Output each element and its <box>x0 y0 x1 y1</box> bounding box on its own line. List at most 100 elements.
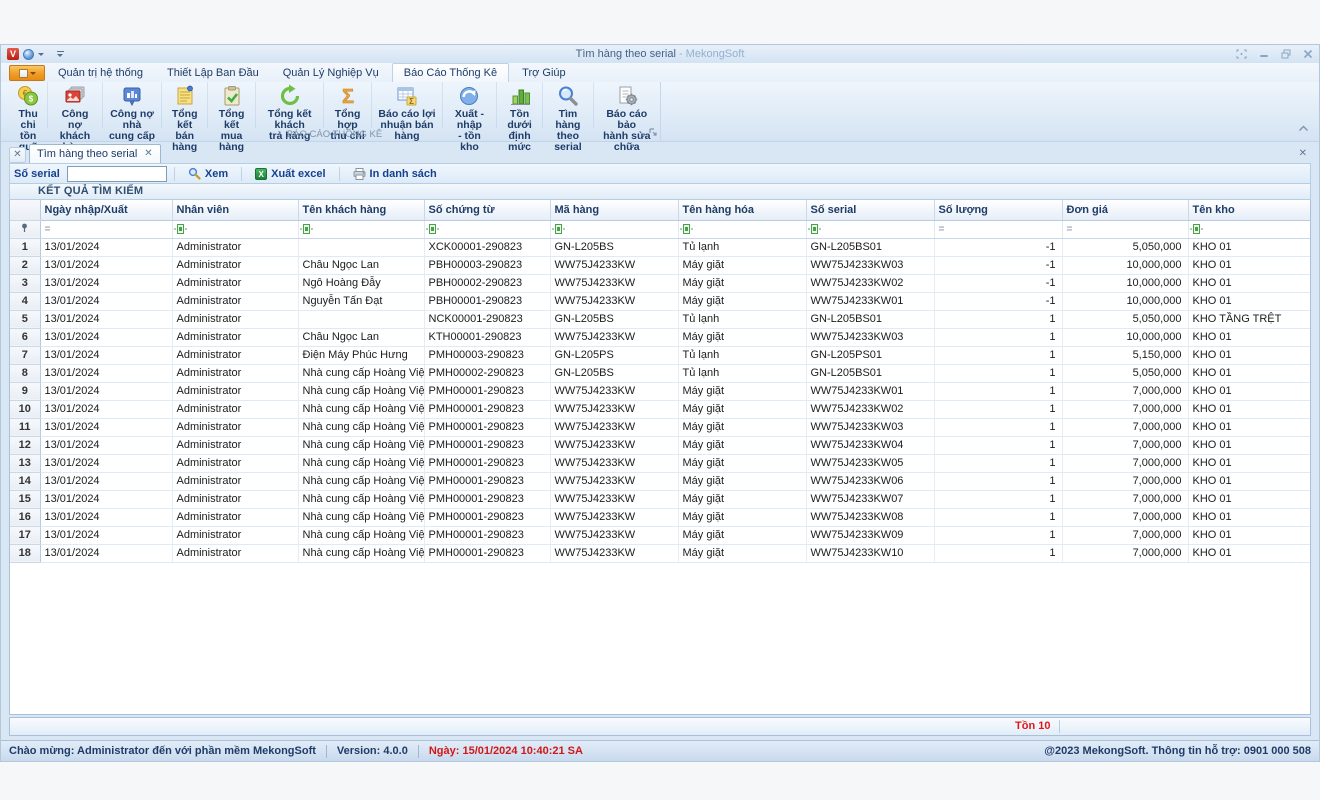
cell-customer[interactable]: Nhà cung cấp Hoàng Việt <box>298 454 424 472</box>
table-row[interactable]: 15 13/01/2024 Administrator Nhà cung cấp… <box>10 490 1311 508</box>
cell-warehouse[interactable]: KHO 01 <box>1188 454 1311 472</box>
col-header-rownum[interactable] <box>10 200 40 220</box>
cell-rownum[interactable]: 9 <box>10 382 40 400</box>
cell-customer[interactable]: Nhà cung cấp Hoàng Việt <box>298 364 424 382</box>
btn-bao-cao-bao-hanh-sua-chua[interactable]: Báo cáo bảo hành sửa chữa <box>594 82 661 128</box>
cell-warehouse[interactable]: KHO 01 <box>1188 346 1311 364</box>
cell-customer[interactable]: Nhà cung cấp Hoàng Việt <box>298 400 424 418</box>
quick-access-more-icon[interactable] <box>56 50 65 59</box>
cell-unit-price[interactable]: 5,050,000 <box>1062 238 1188 256</box>
cell-customer[interactable]: Nhà cung cấp Hoàng Việt <box>298 526 424 544</box>
cell-rownum[interactable]: 8 <box>10 364 40 382</box>
tab-bao-cao-thong-ke[interactable]: Báo Cáo Thống Kê <box>392 63 509 82</box>
table-row[interactable]: 14 13/01/2024 Administrator Nhà cung cấp… <box>10 472 1311 490</box>
col-header-so-serial[interactable]: Số serial <box>806 200 934 220</box>
cell-customer[interactable] <box>298 310 424 328</box>
cell-customer[interactable]: Nhà cung cấp Hoàng Việt <box>298 418 424 436</box>
cell-date[interactable]: 13/01/2024 <box>40 526 172 544</box>
cell-item-code[interactable]: WW75J4233KW <box>550 400 678 418</box>
cell-rownum[interactable]: 6 <box>10 328 40 346</box>
cell-customer[interactable]: Nhà cung cấp Hoàng Việt <box>298 490 424 508</box>
cell-item-code[interactable]: WW75J4233KW <box>550 490 678 508</box>
cell-unit-price[interactable]: 7,000,000 <box>1062 418 1188 436</box>
cell-item-name[interactable]: Máy giặt <box>678 472 806 490</box>
cell-item-name[interactable]: Tủ lạnh <box>678 310 806 328</box>
table-row[interactable]: 12 13/01/2024 Administrator Nhà cung cấp… <box>10 436 1311 454</box>
cell-quantity[interactable]: -1 <box>934 274 1062 292</box>
cell-warehouse[interactable]: KHO 01 <box>1188 364 1311 382</box>
cell-quantity[interactable]: -1 <box>934 292 1062 310</box>
table-row[interactable]: 5 13/01/2024 Administrator NCK00001-2908… <box>10 310 1311 328</box>
cell-item-code[interactable]: WW75J4233KW <box>550 544 678 562</box>
cell-item-code[interactable]: WW75J4233KW <box>550 256 678 274</box>
col-header-ten-kho[interactable]: Tên kho <box>1188 200 1311 220</box>
cell-customer[interactable]: Châu Ngọc Lan <box>298 328 424 346</box>
cell-serial[interactable]: WW75J4233KW02 <box>806 400 934 418</box>
cell-serial[interactable]: WW75J4233KW01 <box>806 382 934 400</box>
cell-date[interactable]: 13/01/2024 <box>40 544 172 562</box>
cell-rownum[interactable]: 1 <box>10 238 40 256</box>
cell-quantity[interactable]: 1 <box>934 346 1062 364</box>
cell-item-name[interactable]: Máy giặt <box>678 382 806 400</box>
cell-serial[interactable]: WW75J4233KW03 <box>806 328 934 346</box>
cell-item-code[interactable]: WW75J4233KW <box>550 508 678 526</box>
table-row[interactable]: 8 13/01/2024 Administrator Nhà cung cấp … <box>10 364 1311 382</box>
dropdown-caret-icon[interactable] <box>38 53 44 56</box>
cell-date[interactable]: 13/01/2024 <box>40 310 172 328</box>
table-row[interactable]: 1 13/01/2024 Administrator XCK00001-2908… <box>10 238 1311 256</box>
cell-unit-price[interactable]: 5,050,000 <box>1062 364 1188 382</box>
cell-quantity[interactable]: 1 <box>934 436 1062 454</box>
cell-quantity[interactable]: 1 <box>934 490 1062 508</box>
table-row[interactable]: 2 13/01/2024 Administrator Châu Ngọc Lan… <box>10 256 1311 274</box>
cell-quantity[interactable]: 1 <box>934 508 1062 526</box>
view-button[interactable]: Xem <box>182 167 234 180</box>
col-header-ten-khach-hang[interactable]: Tên khách hàng <box>298 200 424 220</box>
cell-unit-price[interactable]: 10,000,000 <box>1062 256 1188 274</box>
col-header-so-luong[interactable]: Số lượng <box>934 200 1062 220</box>
cell-item-name[interactable]: Máy giặt <box>678 418 806 436</box>
cell-serial[interactable]: WW75J4233KW04 <box>806 436 934 454</box>
cell-quantity[interactable]: 1 <box>934 526 1062 544</box>
print-list-button[interactable]: In danh sách <box>347 168 443 180</box>
cell-warehouse[interactable]: KHO 01 <box>1188 544 1311 562</box>
tab-quan-tri-he-thong[interactable]: Quản trị hệ thống <box>47 64 154 82</box>
cell-customer[interactable]: Nhà cung cấp Hoàng Việt <box>298 544 424 562</box>
cell-customer[interactable]: Nhà cung cấp Hoàng Việt <box>298 508 424 526</box>
cell-date[interactable]: 13/01/2024 <box>40 238 172 256</box>
cell-warehouse[interactable]: KHO 01 <box>1188 292 1311 310</box>
cell-staff[interactable]: Administrator <box>172 400 298 418</box>
col-header-nhan-vien[interactable]: Nhân viên <box>172 200 298 220</box>
cell-date[interactable]: 13/01/2024 <box>40 508 172 526</box>
table-row[interactable]: 16 13/01/2024 Administrator Nhà cung cấp… <box>10 508 1311 526</box>
cell-date[interactable]: 13/01/2024 <box>40 382 172 400</box>
minimize-icon[interactable] <box>1259 49 1269 59</box>
cell-customer[interactable]: Nhà cung cấp Hoàng Việt <box>298 436 424 454</box>
cell-staff[interactable]: Administrator <box>172 544 298 562</box>
cell-item-name[interactable]: Máy giặt <box>678 544 806 562</box>
btn-ton-duoi-dinh-muc[interactable]: Tồn dưới định mức <box>497 82 544 128</box>
cell-item-name[interactable]: Máy giặt <box>678 454 806 472</box>
col-header-so-chung-tu[interactable]: Số chứng từ <box>424 200 550 220</box>
cell-staff[interactable]: Administrator <box>172 292 298 310</box>
cell-item-code[interactable]: WW75J4233KW <box>550 526 678 544</box>
collapse-ribbon-icon[interactable] <box>1298 123 1309 135</box>
col-header-ten-hang-hoa[interactable]: Tên hàng hóa <box>678 200 806 220</box>
restore-icon[interactable] <box>1281 49 1291 59</box>
cell-serial[interactable]: GN-L205BS01 <box>806 364 934 382</box>
cell-staff[interactable]: Administrator <box>172 328 298 346</box>
cell-doc-number[interactable]: PMH00001-290823 <box>424 472 550 490</box>
btn-bao-cao-loi-nhuan-ban-hang[interactable]: Σ Báo cáo lợi nhuận bán hàng <box>372 82 443 128</box>
cell-item-code[interactable]: WW75J4233KW <box>550 292 678 310</box>
cell-rownum[interactable]: 14 <box>10 472 40 490</box>
cell-unit-price[interactable]: 7,000,000 <box>1062 526 1188 544</box>
cell-item-name[interactable]: Tủ lạnh <box>678 364 806 382</box>
cell-item-code[interactable]: WW75J4233KW <box>550 274 678 292</box>
cell-rownum[interactable]: 5 <box>10 310 40 328</box>
close-document-button[interactable]: ✕ <box>9 147 26 163</box>
table-row[interactable]: 6 13/01/2024 Administrator Châu Ngọc Lan… <box>10 328 1311 346</box>
cell-item-name[interactable]: Máy giặt <box>678 490 806 508</box>
cell-customer[interactable]: Điện Máy Phúc Hưng <box>298 346 424 364</box>
cell-date[interactable]: 13/01/2024 <box>40 454 172 472</box>
cell-warehouse[interactable]: KHO 01 <box>1188 418 1311 436</box>
cell-date[interactable]: 13/01/2024 <box>40 328 172 346</box>
